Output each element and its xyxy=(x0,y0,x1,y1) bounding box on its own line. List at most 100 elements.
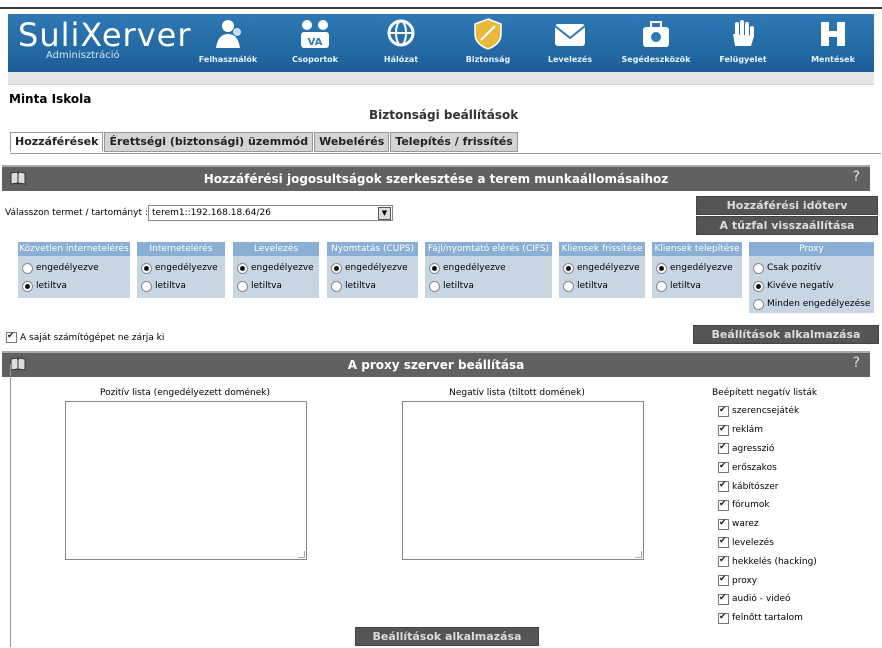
toolbox-icon xyxy=(643,21,669,47)
access-column-title: Fájl/nyomtató elérés (CIFS) xyxy=(425,242,552,256)
logo[interactable]: SuliXerver Adminisztráció xyxy=(18,18,191,61)
nav-mail-label: Levelezés xyxy=(547,55,593,64)
app-header: SuliXerver Adminisztráció Felhasználók V… xyxy=(8,14,874,72)
access-column: Közvetlen internetelérés engedélyezve leti… xyxy=(18,242,130,298)
access-column-options: engedélyezve letiltva xyxy=(137,256,225,298)
radio-option[interactable]: letiltva xyxy=(425,277,552,295)
builtin-lists-title: Beépített negatív listák xyxy=(712,388,818,398)
nav-backup-label: Mentések xyxy=(811,55,855,64)
radio-option[interactable]: letiltva xyxy=(18,277,130,295)
room-select-value: terem1::192.168.18.64/26 xyxy=(152,208,271,218)
builtin-list-item[interactable]: felnőtt tartalom xyxy=(718,609,817,628)
help-icon[interactable]: ? xyxy=(853,355,860,371)
access-column-title: Közvetlen internetelérés xyxy=(18,242,130,256)
nav-backup[interactable]: Mentések xyxy=(788,18,878,64)
tab-bar: Hozzáférések Érettségi (biztonsági) üzem… xyxy=(10,132,519,152)
own-pc-checkbox[interactable]: A saját számítógépet ne zárja ki xyxy=(6,332,164,343)
tab-install-update[interactable]: Telepítés / frissítés xyxy=(390,132,518,152)
nav-tools-label: Segédeszközök xyxy=(621,55,691,64)
builtin-list-item[interactable]: levelezés xyxy=(718,534,817,553)
builtin-list-item[interactable]: agresszió xyxy=(718,440,817,459)
radio-option[interactable]: letiltva xyxy=(233,277,319,295)
room-select[interactable]: terem1::192.168.18.64/26 ▼ xyxy=(148,205,393,221)
tab-exam-mode[interactable]: Érettségi (biztonsági) üzemmód xyxy=(104,132,314,152)
radio-option[interactable]: engedélyezve xyxy=(425,259,552,277)
nav-users-label: Felhasználók xyxy=(198,55,258,64)
radio-option[interactable]: letiltva xyxy=(327,277,418,295)
radio-option[interactable]: Minden engedélyezése xyxy=(749,295,874,313)
radio-label: letiltva xyxy=(577,281,608,291)
radio-option[interactable]: letiltva xyxy=(137,277,225,295)
checkbox-icon xyxy=(718,499,729,511)
nav-mail[interactable]: Levelezés xyxy=(525,18,615,64)
access-column-options: engedélyezve letiltva xyxy=(327,256,418,298)
builtin-list-item[interactable]: proxy xyxy=(718,571,817,590)
builtin-list-item[interactable]: reklám xyxy=(718,421,817,440)
positive-list-textarea[interactable] xyxy=(65,401,307,560)
restore-firewall-button[interactable]: A tűzfal visszaállítása xyxy=(696,216,878,235)
radio-icon xyxy=(141,262,152,274)
checkbox-icon xyxy=(718,593,729,605)
radio-option[interactable]: engedélyezve xyxy=(559,259,645,277)
help-icon[interactable]: ? xyxy=(853,169,860,185)
nav-groups-label: Csoportok xyxy=(292,55,338,64)
radio-option[interactable]: engedélyezve xyxy=(652,259,742,277)
radio-option[interactable]: letiltva xyxy=(652,277,742,295)
tab-web-access[interactable]: Webelérés xyxy=(314,132,390,152)
builtin-list-label: agresszió xyxy=(732,443,775,454)
builtin-list-label: felnőtt tartalom xyxy=(732,613,803,624)
mail-icon xyxy=(554,24,586,46)
radio-option[interactable]: Kivéve negatív xyxy=(749,277,874,295)
radio-icon xyxy=(563,262,574,274)
nav-groups[interactable]: VA Csoportok xyxy=(270,18,360,64)
school-name: Minta Iskola xyxy=(9,92,92,106)
builtin-list-item[interactable]: warez xyxy=(718,515,817,534)
access-column: Nyomtatás (CUPS) engedélyezve letiltva xyxy=(327,242,418,298)
shield-icon xyxy=(474,18,502,50)
builtin-list-item[interactable]: kábítószer xyxy=(718,477,817,496)
radio-icon xyxy=(22,262,33,274)
radio-option[interactable]: engedélyezve xyxy=(18,259,130,277)
proxy-panel-title: A proxy szerver beállítása xyxy=(347,358,525,372)
negative-list-textarea[interactable] xyxy=(402,401,644,560)
builtin-list-item[interactable]: audió - videó xyxy=(718,590,817,609)
radio-label: engedélyezve xyxy=(443,263,506,273)
nav-users[interactable]: Felhasználók xyxy=(183,18,273,64)
builtin-list-item[interactable]: fórumok xyxy=(718,496,817,515)
apply-proxy-button[interactable]: Beállítások alkalmazása xyxy=(355,627,539,646)
access-column-title: Kliensek frissítése xyxy=(559,242,645,256)
access-column-title: Internetelérés xyxy=(137,242,225,256)
access-column: Kliensek telepítése engedélyezve letiltva xyxy=(652,242,742,298)
access-schedule-button[interactable]: Hozzáférési időterv xyxy=(696,196,878,215)
radio-icon xyxy=(656,262,667,274)
nav-security-label: Biztonság xyxy=(465,55,511,64)
radio-icon xyxy=(753,280,764,292)
radio-icon xyxy=(656,280,667,292)
builtin-list-item[interactable]: szerencsejáték xyxy=(718,402,817,421)
radio-label: engedélyezve xyxy=(251,263,314,273)
radio-option[interactable]: engedélyezve xyxy=(327,259,418,277)
checkbox-icon xyxy=(718,612,729,624)
radio-option[interactable]: Csak pozitív xyxy=(749,259,874,277)
nav-tools[interactable]: Segédeszközök xyxy=(611,18,701,64)
top-border xyxy=(0,0,882,9)
radio-label: letiltva xyxy=(345,281,376,291)
nav-security[interactable]: Biztonság xyxy=(443,18,533,64)
radio-option[interactable]: engedélyezve xyxy=(137,259,225,277)
nav-network[interactable]: Hálózat xyxy=(356,18,446,64)
checkbox-icon xyxy=(718,443,729,455)
access-column-options: engedélyezve letiltva xyxy=(559,256,645,298)
svg-text:VA: VA xyxy=(308,37,323,48)
checkbox-icon xyxy=(718,462,729,474)
tab-access[interactable]: Hozzáférések xyxy=(10,132,104,152)
access-panel-header: Hozzáférési jogosultságok szerkesztése a… xyxy=(2,165,870,191)
builtin-list-item[interactable]: erőszakos xyxy=(718,458,817,477)
nav-supervision[interactable]: Felügyelet xyxy=(698,18,788,64)
apply-access-button[interactable]: Beállítások alkalmazása xyxy=(693,325,879,344)
builtin-list-label: reklám xyxy=(732,425,764,436)
radio-option[interactable]: letiltva xyxy=(559,277,645,295)
builtin-list-item[interactable]: hekkelés (hacking) xyxy=(718,552,817,571)
radio-icon xyxy=(141,280,152,292)
radio-option[interactable]: engedélyezve xyxy=(233,259,319,277)
radio-label: engedélyezve xyxy=(36,263,99,273)
